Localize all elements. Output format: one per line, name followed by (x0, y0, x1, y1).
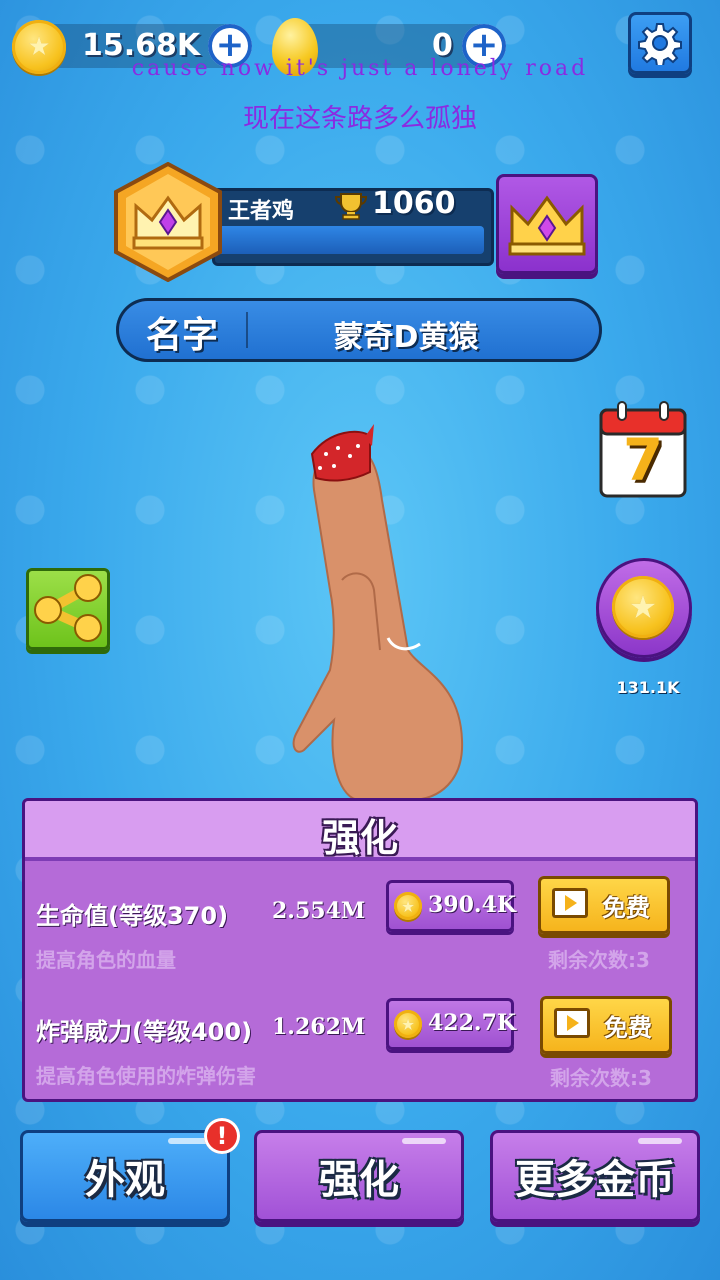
upgrade-hp-value: 2.554M (272, 898, 366, 924)
upgrade-bomb-value: 1.262M (272, 1014, 366, 1040)
share-button[interactable] (26, 568, 110, 650)
upgrade-bomb-name: 炸弹威力(等级400) (36, 1018, 253, 1046)
video-play-icon (554, 1008, 590, 1038)
free-label: 免费 (602, 894, 650, 922)
upgrade-hp-free-button[interactable]: 免费 (538, 876, 670, 934)
character-name: 蒙奇D黄猿 (333, 320, 479, 355)
upgrade-bomb-description: 提高角色使用的炸弹伤害 (36, 1064, 256, 1088)
upgrade-hp-name: 生命值(等级370) (36, 902, 229, 930)
finger-character (292, 424, 464, 801)
coin-reward-value: 131.1K (616, 678, 680, 697)
rank-badge-icon[interactable] (112, 162, 224, 282)
player-name: 王者鸡 (228, 199, 295, 224)
upgrade-hp-cost: 390.4K (428, 892, 517, 918)
calendar-day: 7 (622, 426, 664, 494)
upgrade-tab-button[interactable]: 强化 (254, 1130, 464, 1222)
trophy-count: 1060 (372, 186, 456, 221)
coin-icon: ★ (394, 1010, 422, 1038)
appearance-button[interactable]: 外观 (20, 1130, 230, 1222)
coin-icon: ★ (612, 576, 674, 638)
upgrade-panel-header: 强化 (25, 801, 695, 861)
upgrade-hp-remaining: 剩余次数:3 (548, 948, 650, 972)
daily-calendar-button[interactable]: 7 (598, 400, 688, 500)
appearance-label: 外观 (85, 1157, 165, 1203)
upgrade-hp-buy-button[interactable]: ★ 390.4K (386, 880, 517, 932)
xp-progress-bar (216, 226, 484, 254)
alert-badge: ! (204, 1118, 240, 1154)
trophy-icon (334, 193, 368, 220)
crown-icon (508, 195, 586, 256)
lyric-line-english: cause now it's just a lonely road (131, 56, 589, 81)
upgrade-bomb-cost: 422.7K (428, 1010, 517, 1036)
upgrade-bomb-free-button[interactable]: 免费 (540, 996, 672, 1054)
upgrade-panel-title: 强化 (321, 816, 398, 860)
share-icon (34, 574, 102, 642)
free-label: 免费 (604, 1014, 652, 1042)
name-separator (246, 312, 248, 348)
upgrade-tab-label: 强化 (319, 1157, 399, 1203)
upgrade-hp-description: 提高角色的血量 (36, 948, 176, 972)
upgrade-bomb-buy-button[interactable]: ★ 422.7K (386, 998, 517, 1050)
name-label: 名字 (146, 315, 219, 356)
more-coins-button[interactable]: 更多金币 (490, 1130, 700, 1222)
lyric-line-chinese: 现在这条路多么孤独 (242, 104, 477, 134)
coin-icon: ★ (394, 892, 422, 920)
coin-reward-button[interactable]: ★ (596, 558, 692, 658)
button-shine (638, 1138, 682, 1144)
video-play-icon (552, 888, 588, 918)
upgrade-bomb-remaining: 剩余次数:3 (550, 1066, 652, 1090)
ranking-crown-button[interactable] (496, 174, 598, 274)
more-coins-label: 更多金币 (515, 1157, 675, 1203)
button-shine (402, 1138, 446, 1144)
